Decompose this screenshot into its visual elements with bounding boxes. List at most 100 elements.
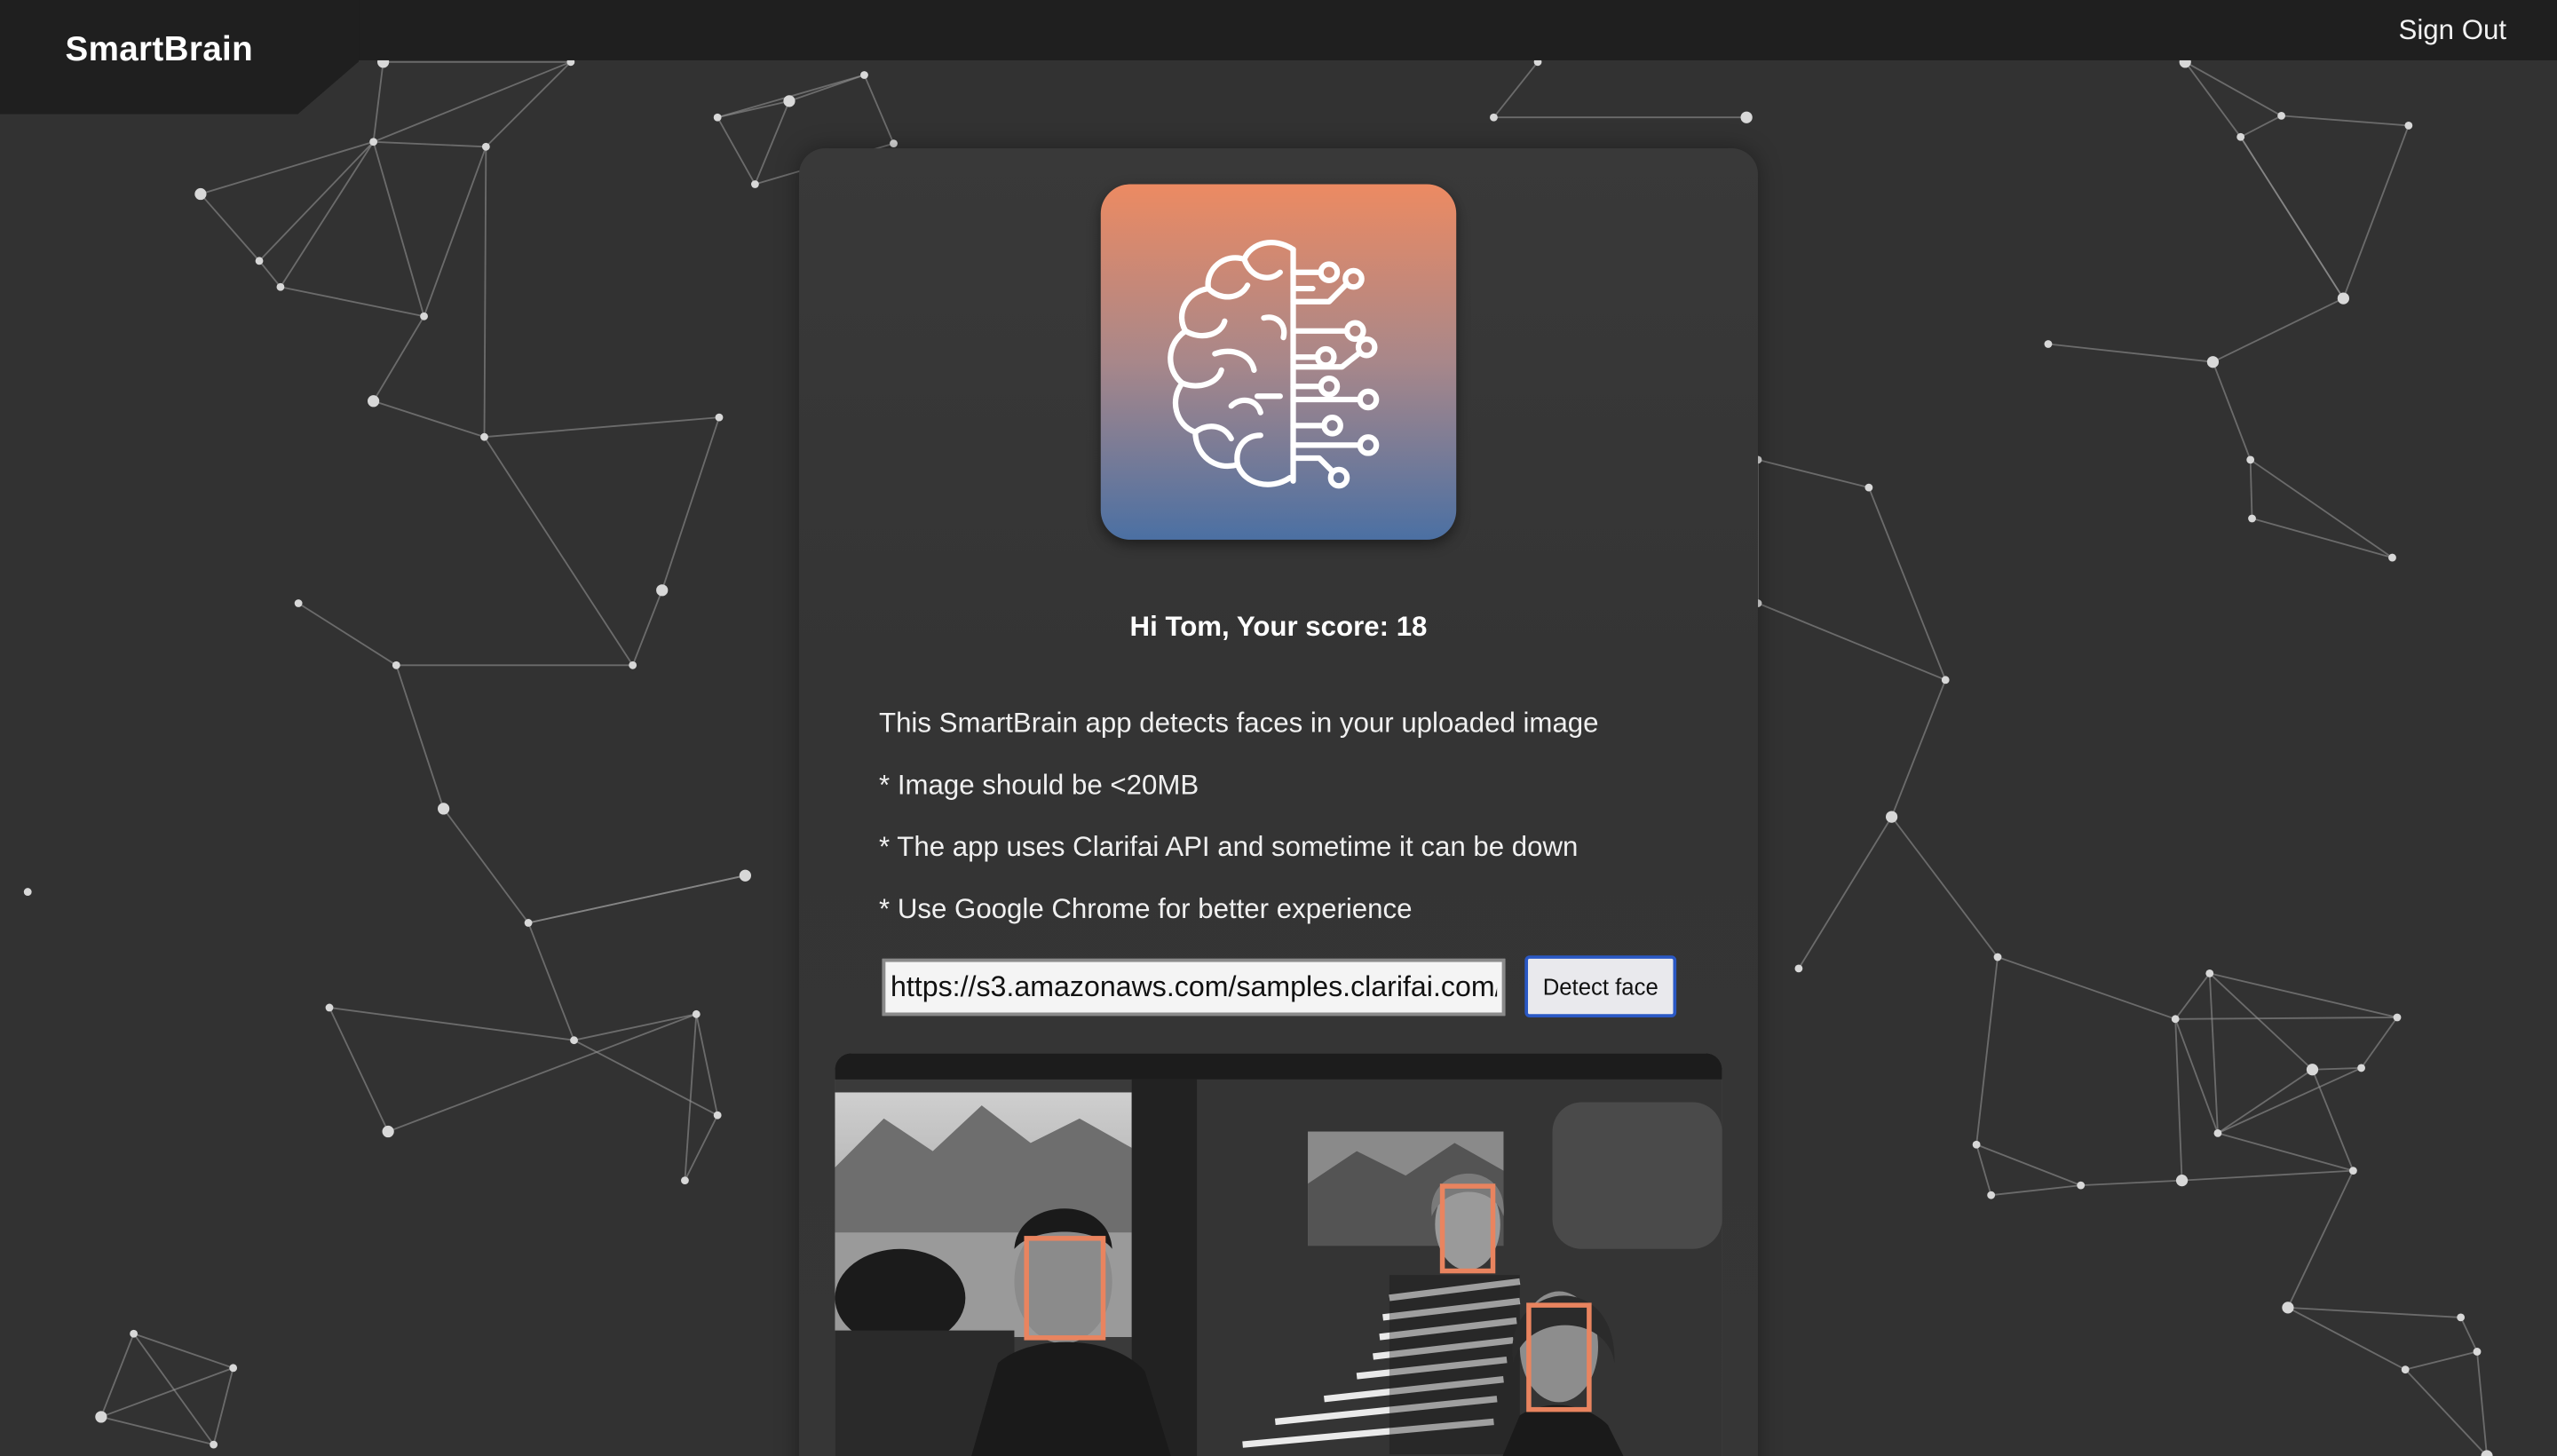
network-node — [2473, 1348, 2482, 1356]
network-link — [212, 1367, 234, 1445]
network-link — [2287, 1306, 2461, 1318]
network-node — [420, 312, 428, 320]
network-link — [863, 75, 895, 144]
network-link — [2287, 1307, 2406, 1371]
brain-circuit-icon — [1168, 240, 1380, 489]
network-node — [1993, 953, 2002, 961]
network-node — [2044, 340, 2053, 348]
network-node — [2277, 111, 2285, 120]
network-node — [1941, 676, 1950, 684]
network-link — [527, 922, 575, 1041]
network-link — [442, 808, 529, 924]
network-link — [2217, 1067, 2362, 1135]
detect-face-button[interactable]: Detect face — [1524, 955, 1677, 1017]
network-node — [294, 599, 303, 607]
network-node — [1972, 1140, 1981, 1149]
network-node — [1885, 811, 1898, 823]
network-node — [1864, 483, 1873, 492]
network-link — [2174, 1018, 2219, 1134]
network-node — [2213, 1128, 2222, 1137]
image-url-input[interactable] — [882, 958, 1506, 1017]
network-node — [1490, 113, 1498, 122]
network-link — [1757, 459, 1870, 489]
network-link — [631, 590, 663, 666]
network-link — [280, 286, 424, 318]
network-link — [1890, 816, 1999, 958]
network-link — [716, 116, 756, 185]
network-link — [2240, 115, 2283, 138]
network-node — [210, 1440, 218, 1449]
network-node — [739, 869, 751, 882]
network-link — [258, 260, 281, 288]
network-node — [2175, 1175, 2189, 1187]
network-node — [1794, 964, 1803, 973]
network-node — [130, 1329, 139, 1338]
network-link — [200, 193, 260, 262]
network-link — [1975, 1143, 1992, 1196]
network-link — [1757, 602, 1946, 681]
network-node — [480, 432, 488, 441]
network-link — [2281, 115, 2409, 127]
network-link — [2174, 972, 2211, 1020]
network-link — [395, 665, 445, 810]
network-node — [1740, 111, 1753, 123]
network-link — [133, 1333, 234, 1369]
network-link — [2212, 361, 2252, 461]
network-node — [681, 1176, 689, 1185]
network-node — [2248, 514, 2256, 523]
network-link — [2287, 1170, 2355, 1309]
network-node — [95, 1411, 107, 1423]
network-link — [373, 140, 487, 148]
app-screen: SmartBrain Sign Out Hi Tom, Your score: … — [0, 0, 2557, 1456]
network-node — [437, 803, 450, 815]
network-link — [574, 1039, 718, 1116]
network-link — [2184, 61, 2242, 138]
network-link — [280, 141, 375, 288]
network-link — [2312, 1066, 2362, 1071]
network-node — [2457, 1313, 2466, 1322]
network-node — [194, 187, 207, 201]
app-description: This SmartBrain app detects faces in you… — [878, 708, 1599, 739]
network-node — [2388, 553, 2396, 562]
network-link — [2047, 343, 2213, 363]
sign-out-link[interactable]: Sign Out — [2399, 15, 2507, 48]
network-node — [2236, 132, 2245, 141]
network-node — [481, 142, 490, 151]
network-node — [367, 395, 380, 408]
network-link — [2360, 1017, 2398, 1069]
network-node — [692, 1009, 701, 1018]
network-node — [2246, 455, 2255, 464]
network-link — [661, 416, 720, 591]
network-link — [372, 141, 425, 317]
note-image-size: * Image should be <20MB — [878, 769, 1199, 801]
user-score-greeting: Hi Tom, Your score: 18 — [1129, 611, 1428, 643]
network-link — [483, 436, 634, 666]
network-link — [423, 146, 487, 317]
network-node — [2337, 292, 2349, 305]
network-node — [2401, 1365, 2410, 1374]
network-link — [1492, 61, 1539, 118]
network-node — [570, 1036, 578, 1045]
network-node — [2282, 1302, 2294, 1314]
network-link — [2181, 1169, 2354, 1182]
network-link — [483, 146, 487, 438]
network-link — [2459, 1317, 2478, 1352]
network-link — [2208, 973, 2219, 1134]
network-node — [276, 282, 285, 291]
network-node — [656, 584, 669, 597]
network-node — [382, 1125, 394, 1138]
network-node — [2205, 969, 2214, 977]
network-link — [329, 1007, 574, 1041]
network-link — [100, 1333, 135, 1418]
network-link — [684, 1114, 718, 1182]
network-link — [2217, 1068, 2313, 1135]
network-link — [2250, 459, 2394, 558]
network-node — [524, 919, 533, 927]
network-node — [2393, 1013, 2402, 1022]
network-link — [695, 1014, 719, 1116]
network-link — [2342, 125, 2410, 299]
network-node — [2171, 1015, 2180, 1024]
face-bounding-box — [1439, 1183, 1496, 1274]
brand-logo-text[interactable]: SmartBrain — [65, 31, 253, 70]
network-node — [890, 139, 898, 148]
